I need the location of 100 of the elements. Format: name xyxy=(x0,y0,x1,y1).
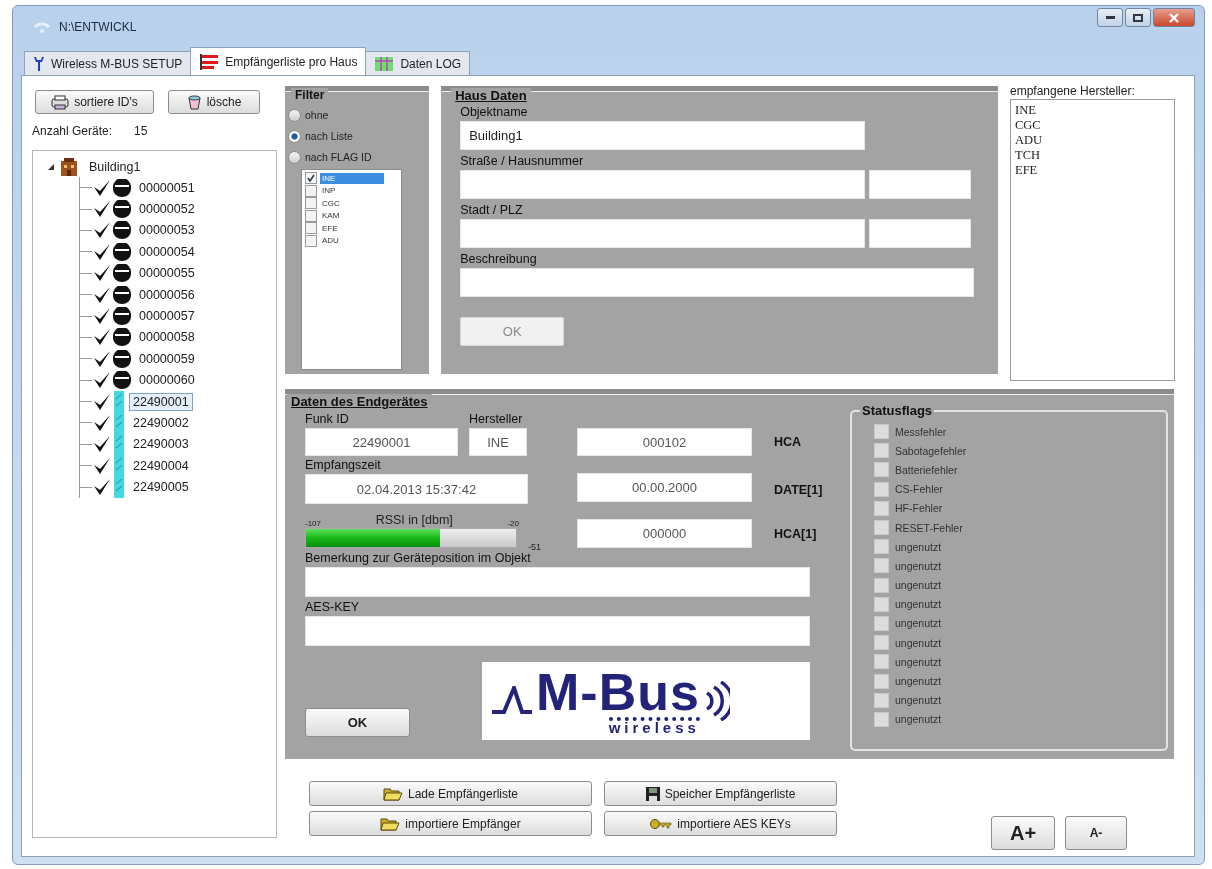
checkbox[interactable] xyxy=(305,184,317,197)
list-item[interactable]: EFE xyxy=(1015,163,1170,178)
field-label: Stadt / PLZ xyxy=(460,203,524,219)
tree-node[interactable]: Building1 xyxy=(85,158,145,176)
logo-subtitle: wireless xyxy=(608,717,700,735)
checkbox-label: ungenutzt xyxy=(895,559,942,572)
list-item[interactable]: TCH xyxy=(1015,148,1170,163)
font-larger-button[interactable]: A+ xyxy=(991,816,1055,850)
list-item[interactable]: INP xyxy=(320,185,384,197)
field-label: Objektname xyxy=(460,105,529,121)
delete-button[interactable]: lösche xyxy=(168,90,260,114)
radio-button[interactable] xyxy=(288,129,301,143)
panel-title: Filter xyxy=(291,88,329,102)
list-item[interactable]: CGC xyxy=(1015,118,1170,133)
checkbox-label: ungenutzt xyxy=(895,675,942,688)
field-label: Bemerkung zur Geräteposition im Objekt xyxy=(305,551,532,567)
input-field[interactable]: 00.00.2000 xyxy=(577,473,752,502)
tree-node[interactable]: 22490005 xyxy=(129,478,193,497)
tree-node[interactable]: 00000058 xyxy=(135,328,199,347)
wrench-icon xyxy=(33,55,45,72)
input-field[interactable] xyxy=(460,268,975,297)
maximize-icon xyxy=(1133,13,1143,22)
tree-node[interactable]: 00000059 xyxy=(135,349,199,368)
input-field[interactable] xyxy=(869,170,972,199)
input-field[interactable]: INE xyxy=(469,428,527,456)
grid-icon xyxy=(374,55,395,72)
font-smaller-button[interactable]: A- xyxy=(1065,816,1127,850)
meter-icon xyxy=(112,371,132,390)
tree-node[interactable]: 22490004 xyxy=(129,456,193,475)
close-icon xyxy=(1169,12,1179,23)
maximize-button[interactable] xyxy=(1125,8,1151,27)
checkbox-label: ungenutzt xyxy=(895,636,942,649)
tree-node[interactable]: 00000056 xyxy=(135,285,199,304)
input-field[interactable] xyxy=(460,219,866,248)
checkbox[interactable] xyxy=(305,209,317,222)
list-item[interactable]: EFE xyxy=(320,222,384,234)
checkbox-label: ungenutzt xyxy=(895,579,942,592)
input-field[interactable] xyxy=(305,567,810,597)
meter-label: RSSI in [dbm] xyxy=(375,513,453,527)
tree-node[interactable]: 00000057 xyxy=(135,307,199,326)
close-button[interactable] xyxy=(1153,8,1195,27)
tree-node[interactable]: 22490003 xyxy=(129,435,193,454)
radio-label: nach FLAG ID xyxy=(305,151,372,163)
meter-icon xyxy=(112,349,132,368)
sensor-icon xyxy=(112,476,126,499)
waves-icon xyxy=(703,681,730,721)
input-field[interactable] xyxy=(460,170,866,199)
checkbox[interactable] xyxy=(305,222,317,235)
action-button[interactable]: Speicher Empfängerliste xyxy=(604,781,837,806)
checkbox-label: CS-Fehler xyxy=(895,483,943,496)
ok-button[interactable]: OK xyxy=(305,708,410,737)
tab[interactable]: Daten LOG xyxy=(365,51,471,75)
wifi-icon xyxy=(33,21,51,33)
radio-button[interactable] xyxy=(288,108,301,122)
checkbox[interactable] xyxy=(305,172,317,185)
list-item[interactable]: INE xyxy=(1015,103,1170,118)
input-field[interactable]: Building1 xyxy=(460,121,866,150)
field-label: Hersteller xyxy=(469,412,524,428)
tree-node[interactable]: 00000060 xyxy=(135,371,199,390)
printer-icon xyxy=(51,94,70,110)
sort-button[interactable]: sortiere ID's xyxy=(35,90,154,114)
checkbox[interactable] xyxy=(305,234,317,247)
checkbox-label: ungenutzt xyxy=(895,694,942,707)
group-title: Statusflags xyxy=(860,403,935,418)
tab[interactable]: Empfängerliste pro Haus xyxy=(190,47,367,75)
folder-icon xyxy=(380,816,401,831)
input-field[interactable]: 22490001 xyxy=(305,428,458,456)
tree-node[interactable]: 00000052 xyxy=(135,200,199,219)
action-button[interactable]: importiere AES KEYs xyxy=(604,811,837,836)
meter-icon xyxy=(112,200,132,219)
checkbox[interactable] xyxy=(305,197,317,210)
input-field[interactable] xyxy=(305,616,810,646)
checkbox-label: HF-Fehler xyxy=(895,502,943,515)
meter-icon xyxy=(112,264,132,283)
tree-node[interactable]: 00000051 xyxy=(135,178,199,197)
list-item[interactable]: KAM xyxy=(320,210,384,222)
tree-node[interactable]: 00000054 xyxy=(135,242,199,261)
field-label: Empfangszeit xyxy=(305,458,382,474)
action-button[interactable]: Lade Empfängerliste xyxy=(309,781,592,806)
meter-icon xyxy=(112,221,132,240)
action-button[interactable]: importiere Empfänger xyxy=(309,811,592,836)
input-field[interactable]: 000102 xyxy=(577,428,752,456)
field-label: Funk ID xyxy=(305,412,350,428)
tab[interactable]: Wireless M-BUS SETUP xyxy=(24,51,192,75)
tree-node[interactable]: 00000055 xyxy=(135,264,199,283)
field-label: AES-KEY xyxy=(305,600,361,616)
tree-node[interactable]: 00000053 xyxy=(135,221,199,240)
minimize-button[interactable] xyxy=(1097,8,1123,27)
expand-icon[interactable] xyxy=(47,163,55,171)
list-item[interactable]: ADU xyxy=(320,235,384,247)
input-field[interactable]: 000000 xyxy=(577,519,752,548)
list-item[interactable]: ADU xyxy=(1015,133,1170,148)
tree-node[interactable]: 22490001 xyxy=(129,392,193,411)
input-field[interactable]: 02.04.2013 15:37:42 xyxy=(305,474,528,504)
meter-icon xyxy=(112,285,132,304)
input-field[interactable] xyxy=(869,219,972,248)
checkbox-label: Messfehler xyxy=(895,425,947,438)
list-item[interactable]: CGC xyxy=(320,197,384,209)
tree-node[interactable]: 22490002 xyxy=(129,414,193,432)
radio-button[interactable] xyxy=(288,150,301,164)
